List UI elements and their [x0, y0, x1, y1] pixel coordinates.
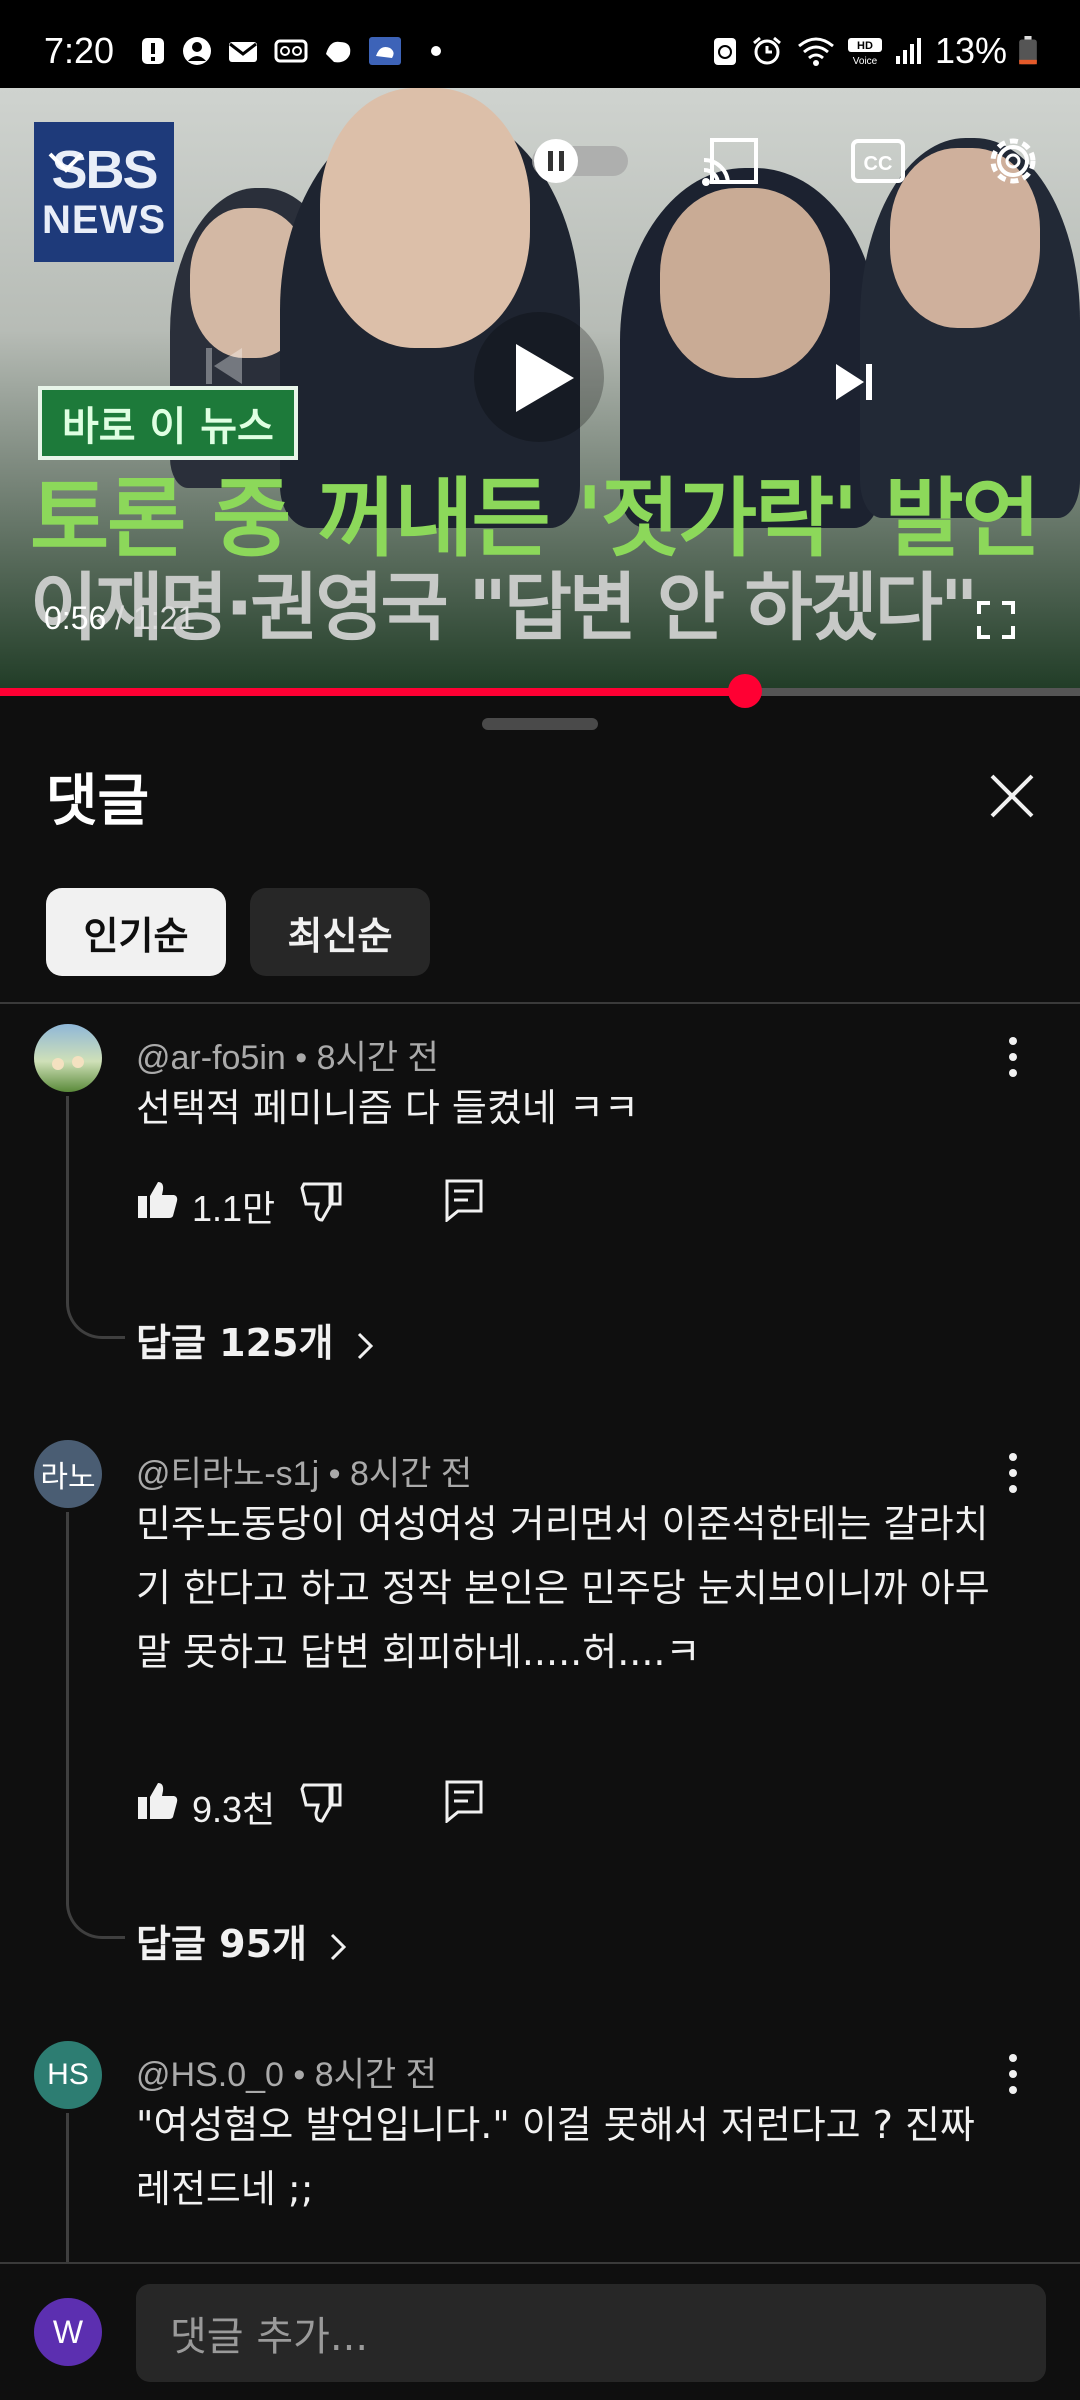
app-notification-icon [326, 41, 351, 63]
collapse-chevron-icon[interactable] [44, 140, 88, 184]
reply-icon[interactable] [444, 1779, 484, 1823]
divider [0, 2262, 1080, 2264]
thread-line [66, 1512, 125, 1939]
sheet-drag-handle[interactable] [482, 718, 598, 730]
comment-meta: @ar-fo5in • 8시간 전 [136, 1039, 439, 1077]
dislike-icon[interactable] [300, 1781, 344, 1825]
chevron-right-icon [331, 1933, 347, 1960]
play-icon [516, 344, 574, 412]
thread-line [66, 1096, 125, 1339]
replies-count: 답글 125개 [136, 1321, 334, 1365]
cast-icon[interactable] [700, 134, 760, 188]
svg-text:CC: CC [864, 153, 893, 175]
hd-voice-icon: HD Voice [848, 38, 882, 66]
comment-text: "여성혐오 발언입니다." 이걸 못해서 저런다고 ? 진짜 레전드네 ;; [136, 2103, 975, 2211]
svg-text:HD: HD [857, 40, 873, 52]
settings-gear-icon[interactable] [984, 132, 1042, 190]
comments-title: 댓글 [46, 769, 150, 834]
voicemail-icon [274, 39, 308, 63]
comment-actions: 1.1만 [136, 1172, 496, 1232]
status-time: 7:20 [44, 30, 115, 71]
like-icon[interactable] [136, 1178, 180, 1222]
signal-icon [896, 38, 921, 64]
video-figure [660, 188, 830, 378]
captions-icon[interactable]: CC [850, 136, 906, 186]
chevron-right-icon [357, 1332, 373, 1359]
thread-line [66, 2113, 69, 2263]
comment-author[interactable]: @티라노-s1j [136, 1455, 319, 1493]
avatar-initials: HS [47, 2058, 89, 2091]
app-badge-icon [369, 37, 401, 65]
sort-chip-newest[interactable]: 최신순 [250, 888, 430, 976]
comment-meta: @티라노-s1j • 8시간 전 [136, 1455, 473, 1493]
total-time: / 1:21 [106, 600, 196, 636]
comment-text: 민주노동당이 여성여성 거리면서 이준석한테는 갈라치기 한다고 하고 정작 본… [136, 1502, 990, 1674]
svg-text:Voice: Voice [853, 56, 878, 66]
alarm-icon [753, 36, 781, 65]
more-options-icon[interactable] [998, 1032, 1028, 1082]
account-icon [183, 37, 211, 65]
comment-author[interactable]: @ar-fo5in [136, 1039, 286, 1077]
previous-icon[interactable] [196, 338, 252, 394]
replies-count: 답글 95개 [136, 1922, 307, 1966]
comment-time: 8시간 전 [314, 2056, 437, 2094]
comment-actions: 9.3천 [136, 1773, 496, 1833]
view-replies-button[interactable]: 답글 125개 [136, 1312, 377, 1367]
mail-icon [229, 42, 257, 62]
autoplay-toggle-icon[interactable] [528, 138, 632, 184]
comment-time: 8시간 전 [316, 1039, 439, 1077]
sort-chip-top[interactable]: 인기순 [46, 888, 226, 976]
avatar[interactable]: HS [34, 2041, 102, 2109]
my-avatar[interactable]: W [34, 2298, 102, 2366]
notification-alert-icon [142, 38, 164, 64]
more-notifications-dot-icon [431, 46, 441, 56]
video-figure [320, 88, 530, 348]
video-timecode: 0:56 / 1:21 [44, 600, 195, 637]
progress-scrubber[interactable] [728, 674, 763, 708]
add-comment-input[interactable]: 댓글 추가... [136, 2284, 1046, 2382]
status-bar: 7:20 HD Voice 13% [0, 0, 1080, 88]
avatar-image-icon [52, 1056, 84, 1070]
avatar[interactable]: 라노 [34, 1440, 102, 1508]
battery-icon [1019, 36, 1037, 65]
like-count: 1.1만 [192, 1188, 276, 1229]
dislike-icon[interactable] [300, 1180, 344, 1224]
progress-played [0, 688, 746, 696]
video-player[interactable]: SBS NEWS 바로 이 뉴스 토론 중 꺼내든 '젓가락' 발언 이재명·권… [0, 88, 1080, 694]
comment-author[interactable]: @HS.0_0 [136, 2056, 284, 2094]
more-options-icon[interactable] [998, 1448, 1028, 1498]
comment-meta: @HS.0_0 • 8시간 전 [136, 2056, 437, 2094]
fullscreen-icon[interactable] [976, 600, 1016, 640]
next-icon[interactable] [826, 354, 882, 410]
comment-text: 선택적 페미니즘 다 들켰네 ㅋㅋ [136, 1086, 639, 1130]
wifi-icon [798, 37, 834, 66]
avatar-initials: 라노 [40, 1461, 96, 1494]
play-button[interactable] [474, 312, 604, 442]
like-count: 9.3천 [192, 1789, 276, 1830]
reply-icon[interactable] [444, 1178, 484, 1222]
avatar[interactable] [34, 1024, 102, 1092]
video-progress-bar[interactable] [0, 674, 1080, 708]
current-time: 0:56 [44, 600, 107, 636]
view-replies-button[interactable]: 답글 95개 [136, 1913, 350, 1968]
close-icon[interactable] [984, 768, 1040, 824]
more-options-icon[interactable] [998, 2049, 1028, 2099]
battery-percent: 13% [935, 30, 1008, 71]
like-icon[interactable] [136, 1779, 180, 1823]
comment-time: 8시간 전 [349, 1455, 473, 1493]
divider [0, 1002, 1080, 1004]
recycle-icon [714, 38, 736, 65]
